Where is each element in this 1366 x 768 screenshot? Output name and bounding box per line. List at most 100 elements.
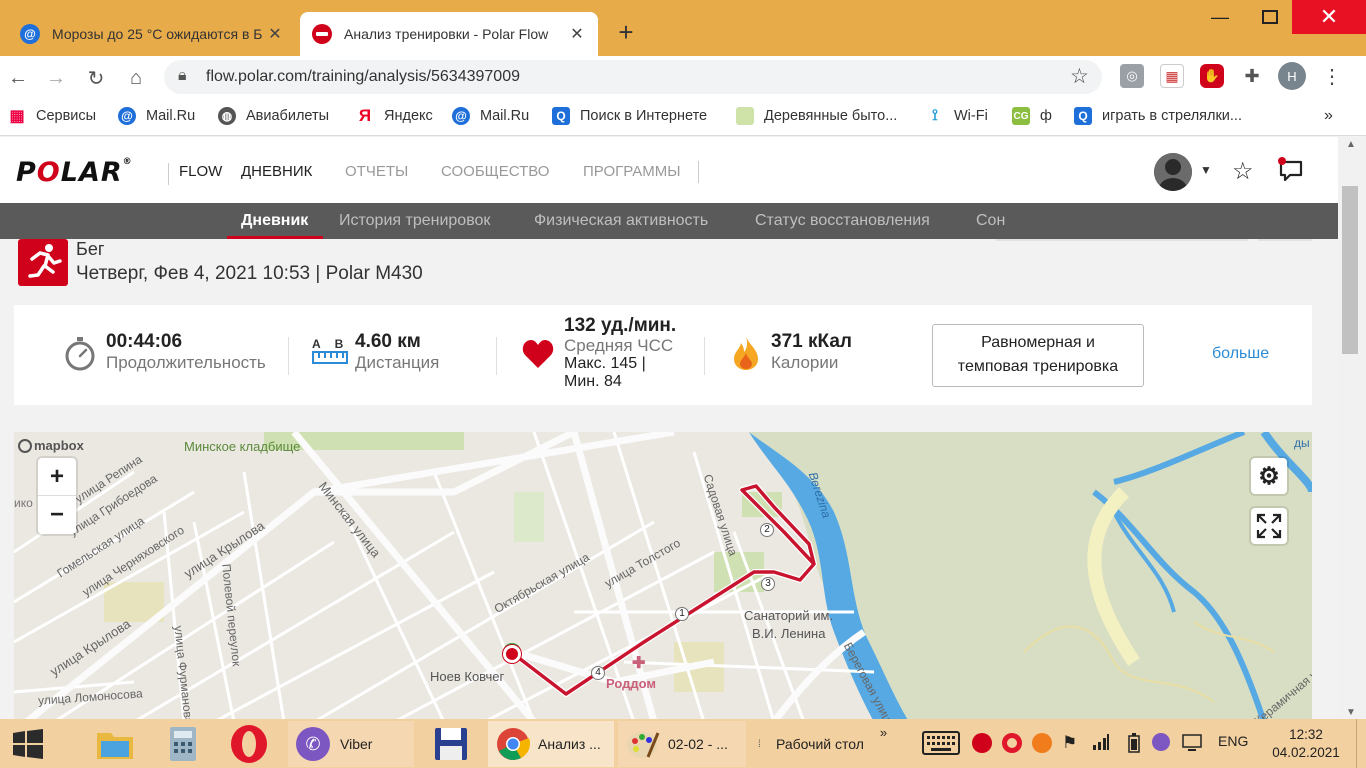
opera-tray-icon[interactable] — [1002, 733, 1022, 756]
nav-reports[interactable]: ОТЧЕТЫ — [345, 163, 408, 180]
profile-avatar[interactable]: Н — [1278, 62, 1306, 90]
registered-mark: ® — [122, 157, 133, 167]
start-button[interactable] — [6, 721, 50, 767]
mailru-icon: @ — [118, 107, 136, 125]
show-desktop-button[interactable] — [1356, 719, 1366, 768]
close-tab-icon[interactable]: ✕ — [568, 24, 586, 44]
save-floppy-icon[interactable] — [426, 721, 476, 767]
subnav-recovery[interactable]: Статус восстановления — [755, 212, 930, 230]
bookmark-wooden[interactable]: Деревянные быто... — [736, 107, 897, 125]
sport-name: Бег — [76, 239, 105, 259]
fullscreen-icon[interactable] — [1251, 508, 1287, 544]
map-label: В.И. Ленина — [752, 626, 826, 641]
close-window-button[interactable]: ✕ — [1292, 0, 1366, 34]
bookmark-f[interactable]: CG ф — [1012, 107, 1052, 125]
avast-tray-icon[interactable] — [1032, 733, 1052, 756]
flag-icon[interactable]: ⚑ — [1062, 733, 1077, 753]
nav-community[interactable]: СООБЩЕСТВО — [441, 163, 549, 180]
menu-kebab-icon[interactable]: ⋮ — [1320, 64, 1344, 88]
more-link[interactable]: больше — [1212, 345, 1269, 363]
address-bar[interactable]: 🔒︎ flow.polar.com/training/analysis/5634… — [164, 60, 1102, 94]
training-type-line: Равномерная и — [981, 334, 1095, 351]
maximize-button[interactable] — [1246, 0, 1294, 34]
opera-icon[interactable] — [224, 721, 274, 767]
scroll-down-arrow-icon[interactable]: ▼ — [1346, 707, 1356, 718]
cg-icon: CG — [1012, 107, 1030, 125]
keyboard-icon[interactable] — [922, 731, 960, 758]
new-tab-button[interactable]: + — [612, 18, 640, 46]
zoom-out-button[interactable]: − — [38, 496, 76, 534]
calories-value: 371 кКал — [771, 331, 852, 352]
bookmark-wifi[interactable]: ⟟ Wi-Fi — [926, 107, 988, 125]
nav-diary[interactable]: ДНЕВНИК — [241, 163, 312, 180]
browser-toolbar: ← → ↻ ⌂ 🔒︎ flow.polar.com/training/analy… — [0, 56, 1366, 98]
map-settings-gear-icon[interactable]: ⚙ — [1251, 458, 1287, 494]
taskbar-label: Анализ ... — [538, 736, 601, 752]
map-label: Роддом — [606, 676, 657, 691]
subnav-sleep[interactable]: Сон — [976, 212, 1005, 230]
extension-icon[interactable]: ◎ — [1120, 64, 1144, 88]
nav-programs[interactable]: ПРОГРАММЫ — [583, 163, 681, 180]
minimize-button[interactable]: — — [1196, 0, 1244, 34]
user-avatar[interactable] — [1154, 153, 1192, 191]
home-icon[interactable]: ⌂ — [122, 64, 150, 92]
bookmark-star-icon[interactable]: ☆ — [1070, 64, 1089, 89]
forward-icon[interactable]: → — [42, 64, 70, 92]
subnav-diary[interactable]: Дневник — [241, 212, 308, 230]
taskbar-chrome[interactable]: Анализ ... — [488, 721, 614, 767]
close-tab-icon[interactable]: ✕ — [266, 24, 284, 44]
signal-icon[interactable] — [1092, 733, 1110, 754]
zoom-in-button[interactable]: + — [38, 458, 76, 496]
desktop-chevron: » — [879, 724, 888, 740]
bookmark-label: Сервисы — [36, 108, 97, 124]
bookmark-games[interactable]: Q играть в стрелялки... — [1074, 107, 1242, 125]
bookmark-services[interactable]: ▦ Сервисы — [8, 107, 96, 125]
bookmark-label: Деревянные быто... — [764, 108, 898, 124]
taskbar-viber[interactable]: ✆ Viber — [288, 721, 414, 767]
taskbar-paint[interactable]: 02-02 - ... — [618, 721, 746, 767]
subnav-history[interactable]: История тренировок — [339, 212, 490, 230]
viber-tray-icon[interactable] — [1152, 733, 1170, 754]
tab-mail-news[interactable]: @ Морозы до 25 °C ожидаются в Б ✕ — [8, 12, 296, 56]
chevron-down-icon[interactable]: ▼ — [1200, 163, 1212, 177]
mapbox-logo[interactable]: mapbox — [18, 438, 84, 453]
polar-tray-icon[interactable] — [972, 733, 992, 756]
scrollbar-thumb[interactable] — [1342, 186, 1358, 354]
calendar-extension-icon[interactable]: ▦ — [1160, 64, 1184, 88]
bookmark-mailru-1[interactable]: @ Mail.Ru — [118, 107, 195, 125]
duration-label: Продолжительность — [106, 353, 266, 372]
reload-icon[interactable]: ↻ — [82, 64, 110, 92]
calculator-icon[interactable] — [158, 721, 208, 767]
back-icon[interactable]: ← — [4, 64, 32, 92]
route-map[interactable]: ✚ 1 2 3 4 Минское кладбище ико улица Реп… — [14, 432, 1312, 719]
heart-icon — [522, 339, 554, 374]
viber-icon: ✆ — [296, 727, 330, 761]
bookmark-yandex[interactable]: Я Яндекс — [356, 106, 433, 125]
bookmarks-overflow-button[interactable]: » — [1324, 107, 1333, 125]
extensions-puzzle-icon[interactable]: ✚ — [1240, 64, 1264, 88]
zoom-controls: + − — [38, 458, 76, 534]
network-monitor-icon[interactable] — [1182, 733, 1202, 756]
bookmark-label: ф — [1040, 108, 1052, 124]
polar-logo[interactable]: POLAR® — [16, 157, 133, 188]
bookmark-search[interactable]: Q Поиск в Интернете — [552, 107, 707, 125]
scroll-up-arrow-icon[interactable]: ▲ — [1346, 139, 1356, 150]
language-indicator[interactable]: ENG — [1218, 733, 1248, 749]
stopwatch-icon — [64, 337, 96, 376]
tab-polar-flow[interactable]: Анализ тренировки - Polar Flow ✕ — [300, 12, 598, 56]
system-clock[interactable]: 12:32 04.02.2021 — [1268, 726, 1344, 762]
training-type-button[interactable]: Равномерная и темповая тренировка — [932, 324, 1144, 387]
notifications-icon[interactable] — [1278, 157, 1304, 183]
bookmark-avia[interactable]: ◍ Авиабилеты — [218, 107, 329, 125]
subnav-activity[interactable]: Физическая активность — [534, 212, 708, 230]
mailru-icon: @ — [20, 24, 40, 44]
distance-ruler-icon: AB — [312, 337, 357, 370]
file-explorer-icon[interactable] — [90, 721, 140, 767]
battery-icon[interactable] — [1128, 733, 1140, 756]
bookmark-mailru-2[interactable]: @ Mail.Ru — [452, 107, 529, 125]
desktop-toolbar[interactable]: Рабочий стол » — [776, 721, 887, 767]
favorites-star-icon[interactable]: ☆ — [1232, 157, 1254, 186]
adblock-icon[interactable]: ✋ — [1200, 64, 1224, 88]
duration-value: 00:44:06 — [106, 331, 183, 352]
search-icon: Q — [1074, 107, 1092, 125]
